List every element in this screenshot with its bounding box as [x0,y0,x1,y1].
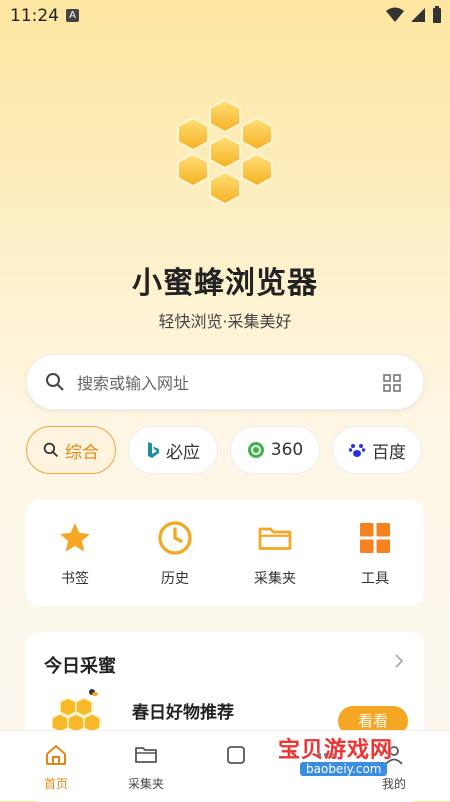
folder-icon [135,747,157,763]
engine-chip-360[interactable]: 360 [230,426,320,474]
engine-chip-combined[interactable]: 综合 [26,426,116,474]
folder-icon [258,527,292,550]
engine-chips: 综合 必应 360 百度 [26,426,424,474]
notification-a-icon: A [66,9,79,22]
quick-tools[interactable]: 工具 [335,518,415,588]
tab-home[interactable]: 首页 [11,743,101,792]
quick-label: 历史 [161,571,189,587]
engine-chip-label: 百度 [372,442,406,463]
watermark-text: 宝贝游戏网 [278,738,394,763]
grid-icon [360,523,390,553]
engine-chip-label: 360 [270,440,304,460]
tabs-icon [227,746,245,764]
star-icon [60,523,90,552]
status-icons [386,6,442,24]
status-time: 11:24 [10,6,59,26]
quick-collections[interactable]: 采集夹 [235,518,315,588]
search-icon [46,373,64,391]
engine-chip-label: 综合 [65,442,99,463]
app-subtitle: 轻快浏览·采集美好 [158,312,292,331]
quick-bookmarks[interactable]: 书签 [35,518,115,588]
quick-label: 书签 [61,571,89,587]
quick-access-card: 书签 历史 采集夹 工具 [26,500,424,606]
engine-chip-bing[interactable]: 必应 [128,426,218,474]
search-input[interactable] [75,355,379,411]
chevron-right-icon[interactable] [394,654,404,668]
quick-history[interactable]: 历史 [135,518,215,588]
grid-icon[interactable] [383,374,401,392]
bing-icon [148,442,159,458]
quick-label: 工具 [361,571,389,587]
battery-icon [433,6,441,23]
search-icon [43,442,59,458]
site-watermark: 宝贝游戏网 baobeiy.com [272,730,422,784]
engine-chip-label: 必应 [166,442,200,463]
home-icon [46,745,66,765]
honeycomb-logo-icon [177,98,273,206]
signal-icon [411,8,425,22]
status-bar: 11:24 A [0,0,450,34]
clock-icon [158,521,192,555]
tab-collections[interactable]: 采集夹 [101,743,191,792]
wifi-icon [386,7,404,22]
engine-chip-baidu[interactable]: 百度 [332,426,422,474]
today-title: 今日采蜜 [44,656,116,677]
tab-label: 首页 [43,777,68,791]
quick-label: 采集夹 [254,571,296,587]
tab-tabs[interactable] [191,743,281,775]
today-item-title: 春日好物推荐 [132,703,234,723]
tab-label: 采集夹 [127,777,164,791]
app-title: 小蜜蜂浏览器 [132,266,318,301]
search-bar[interactable] [26,354,424,411]
watermark-url: baobeiy.com [300,762,388,776]
baidu-icon [348,444,366,457]
360-icon [247,442,264,458]
